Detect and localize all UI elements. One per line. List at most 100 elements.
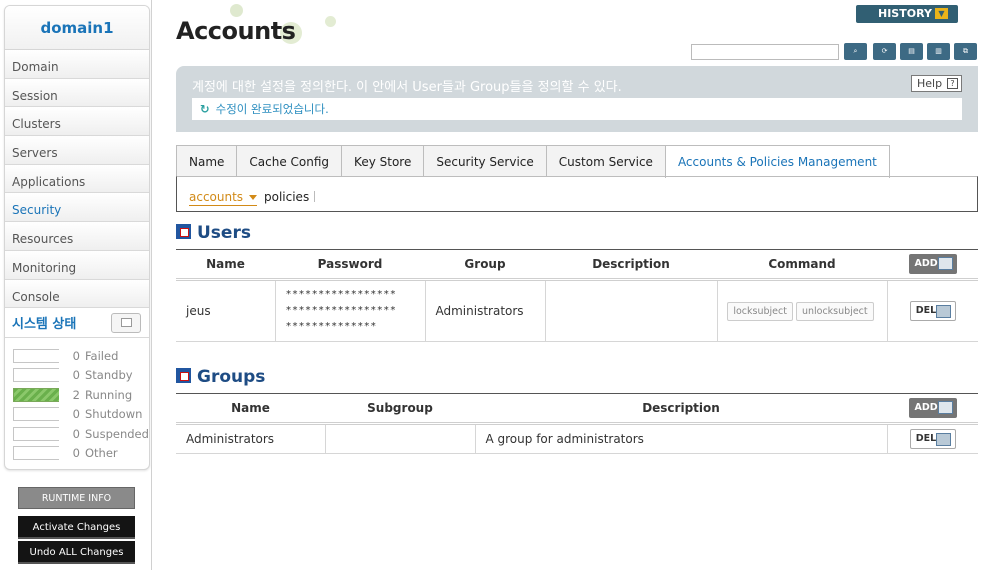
- status-count: 0: [72, 368, 80, 383]
- user-password: ***************** ***************** ****…: [275, 279, 426, 342]
- unlocksubject-button[interactable]: unlocksubject: [795, 301, 874, 321]
- users-title-text: Users: [197, 223, 251, 243]
- nav-item-session[interactable]: Session: [5, 78, 149, 108]
- group-delete-cell: DEL: [887, 423, 978, 454]
- search-input[interactable]: [691, 44, 839, 60]
- status-label: Other: [85, 446, 118, 461]
- column-header: Description: [545, 249, 717, 281]
- server-status-list: 0 Failed 0 Standby 2 Running 0 Shutdown 0 Sus…: [5, 338, 149, 463]
- subtab-policies[interactable]: policies: [264, 190, 309, 204]
- tab-key-store[interactable]: Key Store: [341, 145, 425, 177]
- table-row[interactable]: Administrators A group for administrator…: [176, 423, 978, 454]
- users-header-row: Name Password Group Description Command …: [176, 249, 978, 281]
- status-count: 0: [72, 446, 80, 461]
- history-button[interactable]: HISTORY ▼: [856, 5, 958, 23]
- description-panel: 계정에 대한 설정을 정의한다. 이 안에서 User들과 Group들을 정의…: [176, 66, 978, 132]
- activate-changes-button[interactable]: Activate Changes: [18, 516, 135, 539]
- system-status-header: 시스템 상태: [5, 308, 149, 339]
- copy-icon[interactable]: ⧉: [954, 43, 977, 60]
- sidebar-panel: domain1 Domain Session Clusters Servers …: [4, 5, 150, 470]
- monitor-icon[interactable]: [111, 312, 141, 333]
- description-text: 계정에 대한 설정을 정의한다. 이 안에서 User들과 Group들을 정의…: [192, 80, 622, 95]
- groups-section-title: Groups: [176, 367, 265, 387]
- group-description: A group for administrators: [475, 423, 888, 454]
- status-shutdown: 0 Shutdown: [13, 405, 149, 425]
- user-name: jeus: [176, 279, 276, 342]
- help-label: Help: [917, 77, 943, 90]
- section-icon: [176, 368, 191, 383]
- groups-title-text: Groups: [197, 367, 266, 387]
- status-suspended: 0 Suspended: [13, 424, 149, 444]
- nav-item-servers[interactable]: Servers: [5, 136, 149, 165]
- runtime-info-button[interactable]: RUNTIME INFO: [18, 487, 135, 509]
- nav-item-domain[interactable]: Domain: [5, 50, 149, 79]
- refresh-icon[interactable]: ⟳: [873, 43, 896, 60]
- status-label: Standby: [85, 368, 133, 383]
- subtab-bar: accounts policies: [176, 176, 978, 212]
- nav-item-security[interactable]: Security: [5, 193, 149, 223]
- status-label: Running: [85, 387, 133, 402]
- nav-item-clusters[interactable]: Clusters: [5, 107, 149, 137]
- status-message: ↻ 수정이 완료되었습니다.: [192, 98, 962, 120]
- status-other: 0 Other: [13, 444, 149, 464]
- status-bar-icon: [13, 387, 59, 402]
- undo-all-changes-button[interactable]: Undo ALL Changes: [18, 541, 135, 564]
- user-description: [545, 279, 718, 342]
- group-subgroup: [325, 423, 476, 454]
- status-count: 0: [72, 348, 80, 363]
- tab-custom-service[interactable]: Custom Service: [545, 145, 666, 177]
- caret-down-icon: [249, 195, 258, 200]
- tab-bar: Name Cache Config Key Store Security Ser…: [176, 145, 890, 178]
- decorative-circle: [325, 16, 336, 27]
- table-row[interactable]: jeus ***************** *****************…: [176, 279, 978, 342]
- delete-user-button[interactable]: DEL: [909, 301, 956, 321]
- tab-name[interactable]: Name: [176, 145, 238, 177]
- system-status-title: 시스템 상태: [12, 317, 77, 333]
- status-message-text: 수정이 완료되었습니다.: [215, 102, 329, 116]
- column-header: Name: [176, 249, 275, 281]
- page-title: Accounts: [176, 17, 296, 45]
- group-name: Administrators: [176, 423, 326, 454]
- nav-item-monitoring[interactable]: Monitoring: [5, 250, 149, 280]
- subtab-accounts-label: accounts: [189, 190, 244, 204]
- chevron-down-icon: ▼: [935, 8, 948, 19]
- add-user-button[interactable]: ADD: [908, 254, 957, 274]
- add-group-button[interactable]: ADD: [908, 398, 957, 418]
- nav-item-resources[interactable]: Resources: [5, 222, 149, 251]
- status-bar-icon: [13, 348, 59, 363]
- column-header: Subgroup: [325, 393, 475, 425]
- delete-group-button[interactable]: DEL: [909, 429, 956, 449]
- add-stack-icon: [937, 257, 953, 270]
- status-bar-icon: [13, 446, 59, 461]
- column-header: Command: [717, 249, 887, 281]
- tab-security-service[interactable]: Security Service: [423, 145, 547, 177]
- refresh-ok-icon: ↻: [200, 102, 210, 116]
- del-label: DEL: [915, 305, 937, 316]
- status-standby: 0 Standby: [13, 366, 149, 386]
- xml-import-icon[interactable]: ▥: [927, 43, 950, 60]
- status-label: Shutdown: [85, 407, 143, 422]
- user-delete-cell: DEL: [887, 279, 978, 342]
- nav-item-console[interactable]: Console: [5, 279, 149, 309]
- nav-item-applications[interactable]: Applications: [5, 164, 149, 194]
- user-commands: locksubject unlocksubject: [717, 279, 888, 342]
- help-button[interactable]: Help ?: [911, 75, 962, 92]
- history-label: HISTORY: [878, 7, 932, 20]
- domain-title[interactable]: domain1: [5, 6, 149, 50]
- question-icon: ?: [947, 78, 958, 89]
- search-icon[interactable]: ⌕: [844, 43, 867, 60]
- tab-cache-config[interactable]: Cache Config: [236, 145, 343, 177]
- password-line: *****************: [285, 305, 397, 316]
- status-bar-icon: [13, 426, 59, 441]
- status-count: 0: [72, 426, 80, 441]
- subtab-divider: [314, 191, 315, 202]
- sidebar-nav: Domain Session Clusters Servers Applicat…: [5, 50, 149, 309]
- subtab-accounts[interactable]: accounts: [189, 190, 258, 206]
- add-label: ADD: [914, 258, 938, 269]
- add-label: ADD: [914, 402, 938, 413]
- xml-export-icon[interactable]: ▤: [900, 43, 923, 60]
- column-header: Description: [475, 393, 887, 425]
- tab-accounts-policies[interactable]: Accounts & Policies Management: [664, 145, 890, 178]
- locksubject-button[interactable]: locksubject: [727, 301, 793, 321]
- status-bar-icon: [13, 407, 59, 422]
